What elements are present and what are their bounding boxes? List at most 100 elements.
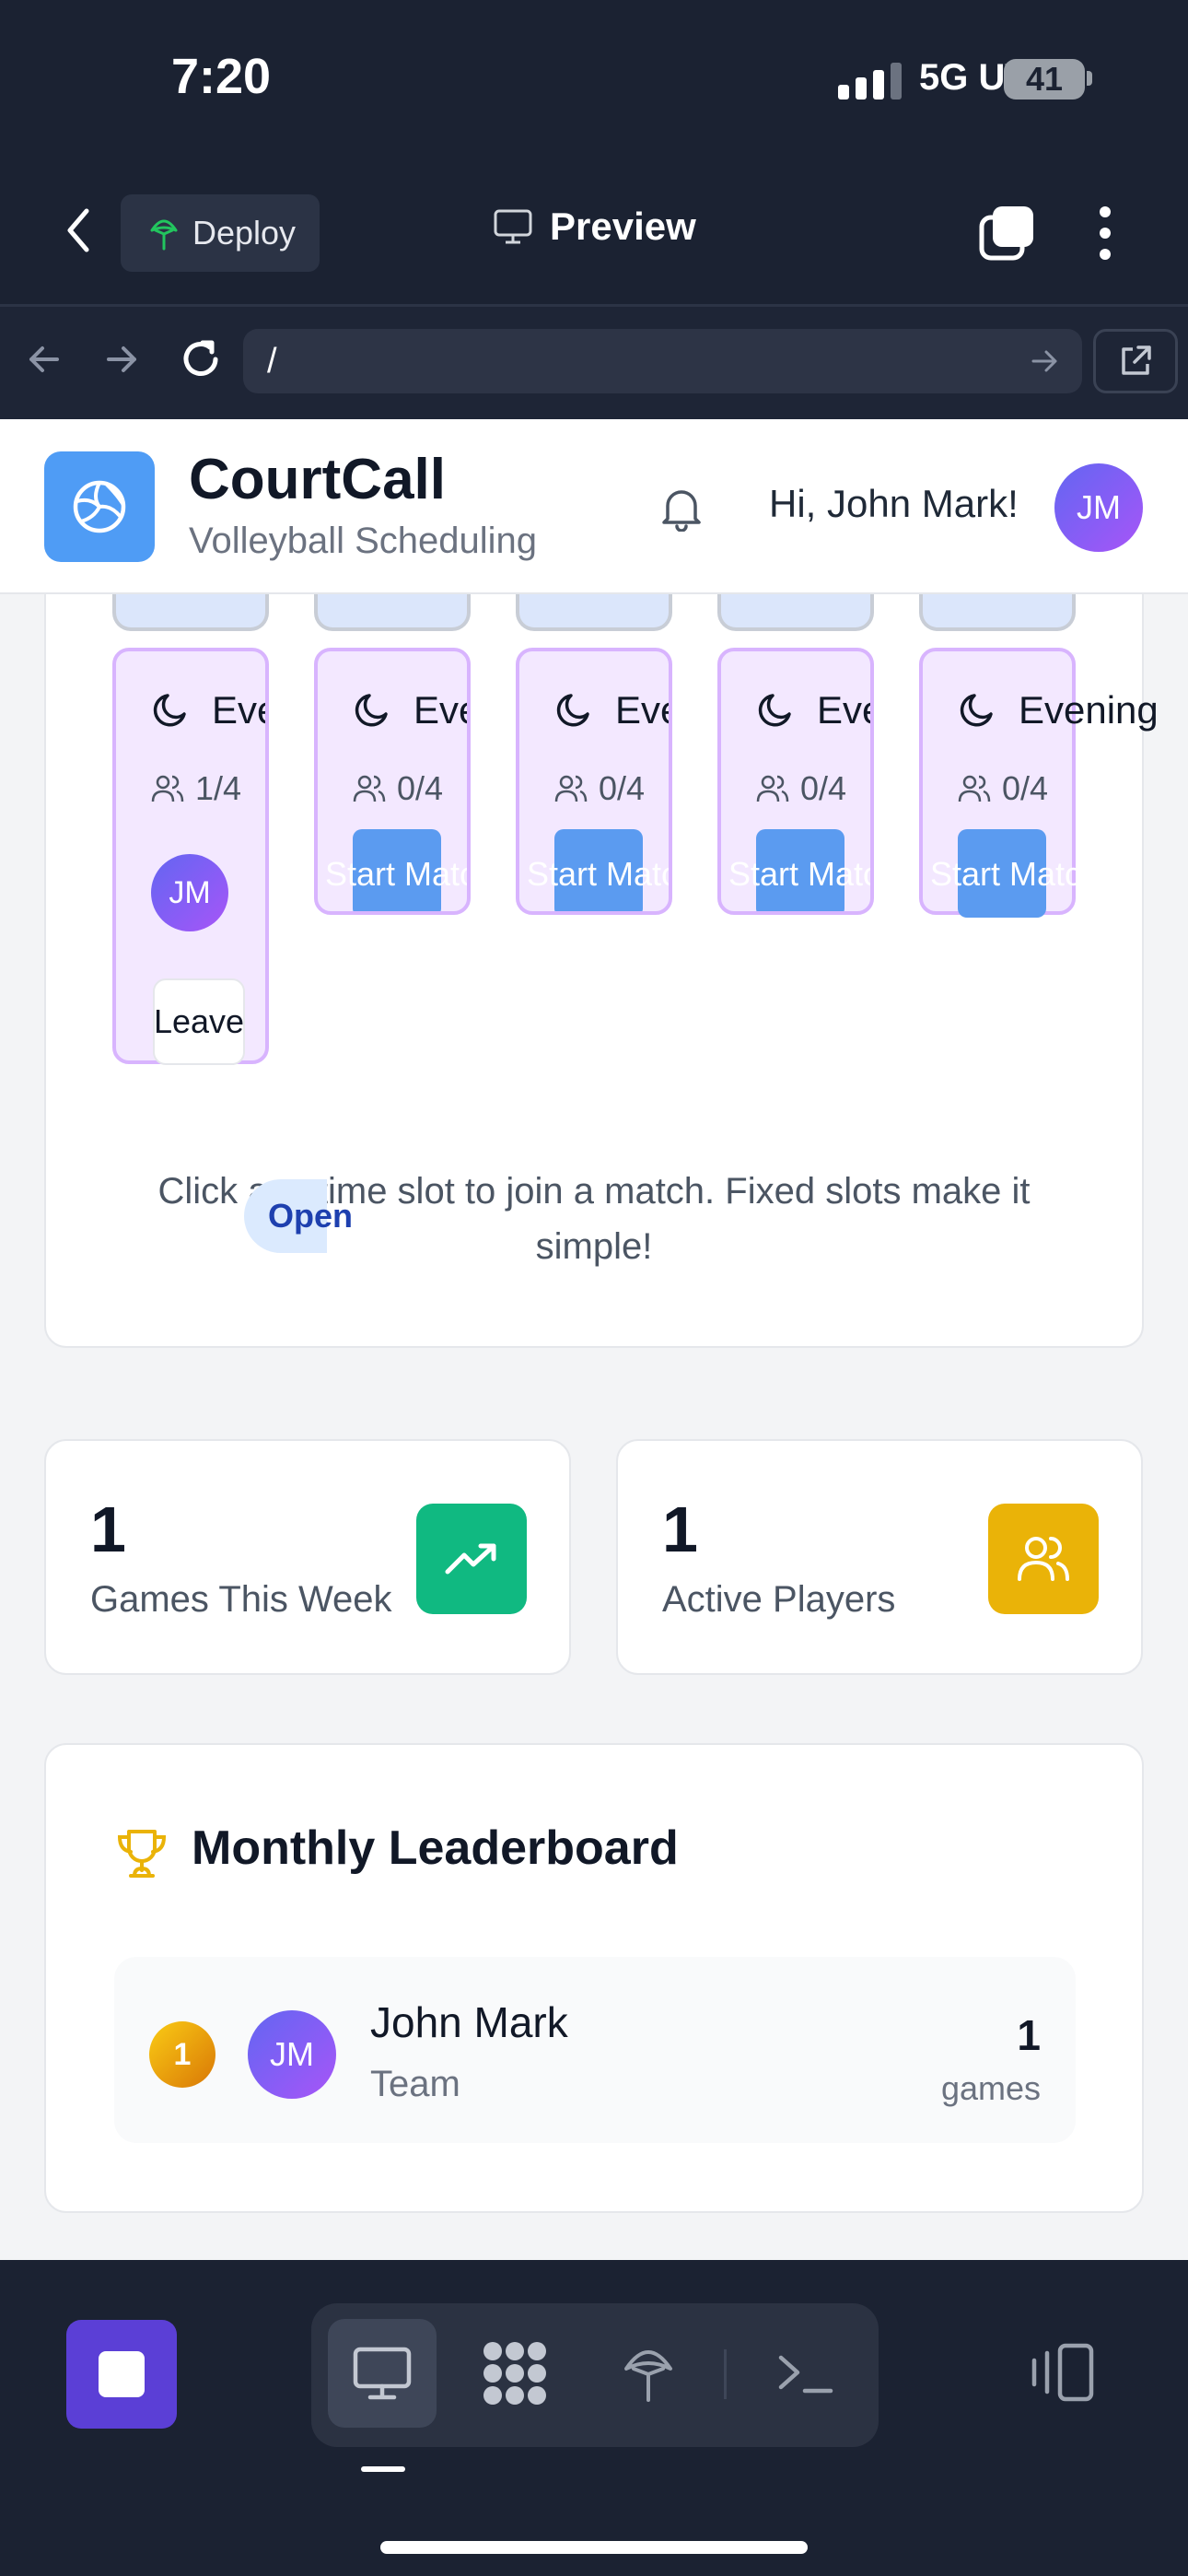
reload-icon[interactable]	[179, 337, 223, 381]
back-button[interactable]	[55, 203, 101, 258]
slot-header: Evening	[353, 688, 467, 732]
slot-tile[interactable]: Evening 0/4 Start Match	[516, 648, 672, 915]
start-match-label: Start Match	[728, 855, 870, 893]
volleyball-logo-icon[interactable]	[44, 451, 155, 562]
moon-icon	[758, 694, 791, 727]
app-header: CourtCall Volleyball Scheduling Hi, John…	[0, 419, 1188, 594]
chevron-left-icon	[67, 208, 89, 252]
users-icon	[554, 775, 588, 802]
preview-title[interactable]: Preview	[493, 205, 696, 249]
slot-tile-above[interactable]	[516, 594, 672, 631]
home-indicator	[380, 2541, 808, 2554]
leaderboard-row[interactable]: 1 JM John Mark Team 1 games	[114, 1957, 1076, 2143]
status-badge: Open	[244, 1179, 353, 1253]
slot-period: Evening	[413, 688, 467, 732]
greeting: Hi, John Mark!	[769, 482, 1019, 525]
start-match-label: Start Match	[324, 855, 467, 893]
deploy-button[interactable]: Deploy	[121, 194, 320, 272]
users-icon	[958, 775, 991, 802]
slot-header: Evening	[958, 688, 1159, 732]
slot-header: Evening	[151, 688, 265, 732]
slot-period: Evening	[817, 688, 870, 732]
tool-separator	[724, 2349, 727, 2399]
users-icon	[756, 775, 789, 802]
slot-period: Evening	[1019, 688, 1159, 732]
monitor-icon	[353, 2347, 412, 2400]
terminal-tool-button[interactable]	[751, 2319, 860, 2428]
moon-icon	[556, 694, 589, 727]
users-icon	[151, 775, 184, 802]
browser-back-icon[interactable]	[26, 341, 63, 378]
battery-icon: 41	[1004, 59, 1085, 100]
more-options-button[interactable]	[1087, 203, 1124, 263]
stat-value: 1	[662, 1493, 698, 1565]
tabs-button[interactable]	[978, 205, 1035, 262]
player-score: 1	[1017, 2011, 1041, 2059]
start-match-label: Start Match	[929, 855, 1101, 893]
url-go-icon[interactable]	[1030, 346, 1059, 376]
apps-tool-button[interactable]	[460, 2319, 569, 2428]
slot-count-value: 0/4	[800, 769, 847, 807]
slot-count-value: 0/4	[397, 769, 444, 807]
battery-nub	[1087, 71, 1092, 86]
preview-tool-button[interactable]	[328, 2319, 437, 2428]
slot-tile[interactable]: Evening 0/4 Start Match	[314, 648, 471, 915]
stop-button[interactable]	[66, 2320, 177, 2429]
deploy-label: Deploy	[192, 214, 297, 252]
stat-card-players: 1 Active Players	[616, 1439, 1143, 1675]
moon-icon	[153, 694, 186, 727]
stat-label: Games This Week	[90, 1579, 392, 1620]
player-name: John Mark	[370, 1998, 568, 2046]
slot-header: Evening	[756, 688, 870, 732]
tabs-icon	[979, 206, 1033, 261]
score-unit: games	[940, 2069, 1041, 2107]
player-team: Team	[370, 2064, 460, 2104]
leaderboard-title: Monthly Leaderboard	[192, 1821, 679, 1875]
leave-button[interactable]: Leave	[153, 978, 245, 1065]
slot-tile-above[interactable]	[314, 594, 471, 631]
slot-count: 0/4	[756, 769, 846, 808]
moon-icon	[355, 694, 388, 727]
trophy-icon	[117, 1830, 167, 1878]
app-title: CourtCall	[189, 448, 446, 511]
slot-tile[interactable]: Evening 0/4 Start Match	[919, 648, 1159, 918]
avatar: JM	[248, 2010, 336, 2099]
deploy-tool-button[interactable]	[594, 2319, 703, 2428]
slot-tile-above[interactable]	[717, 594, 874, 631]
trending-up-icon	[416, 1504, 527, 1614]
monitor-icon	[494, 209, 532, 244]
stat-card-games: 1 Games This Week	[44, 1439, 571, 1675]
slot-count-value: 1/4	[195, 769, 242, 807]
stat-value: 1	[90, 1493, 126, 1565]
deploy-icon	[624, 2350, 672, 2402]
users-icon	[988, 1504, 1099, 1614]
url-bar[interactable]: /	[243, 329, 1082, 393]
slot-tile-above[interactable]	[919, 594, 1076, 631]
status-time: 7:20	[171, 49, 272, 104]
avatar: JM	[151, 854, 228, 931]
slot-period: Evening	[615, 688, 669, 732]
slot-count: 0/4	[353, 769, 443, 808]
moon-icon	[960, 694, 993, 727]
rank-badge: 1	[149, 2021, 215, 2088]
terminal-icon	[778, 2355, 833, 2394]
external-link-icon	[1122, 345, 1151, 375]
active-tab-indicator	[361, 2466, 405, 2472]
preview-label: Preview	[550, 205, 696, 248]
slot-count: 0/4	[958, 769, 1048, 808]
schedule-hint: Click any time slot to join a match. Fix…	[157, 1171, 1031, 1267]
layout-toggle-icon[interactable]	[1027, 2340, 1097, 2405]
leaderboard-card: Monthly Leaderboard 1 JM John Mark Team …	[44, 1743, 1144, 2213]
slot-tile-above[interactable]	[112, 594, 269, 631]
slot-tile[interactable]: Evening 0/4 Start Match	[717, 648, 874, 915]
apps-icon	[483, 2342, 546, 2405]
avatar[interactable]: JM	[1054, 463, 1143, 552]
browser-forward-icon[interactable]	[103, 341, 140, 378]
stop-icon	[99, 2351, 145, 2397]
slot-count: 0/4	[554, 769, 645, 808]
slot-count: 1/4	[151, 769, 241, 808]
bell-icon[interactable]	[658, 484, 705, 532]
slot-count-value: 0/4	[599, 769, 646, 807]
users-icon	[353, 775, 386, 802]
open-external-button[interactable]	[1093, 329, 1178, 393]
